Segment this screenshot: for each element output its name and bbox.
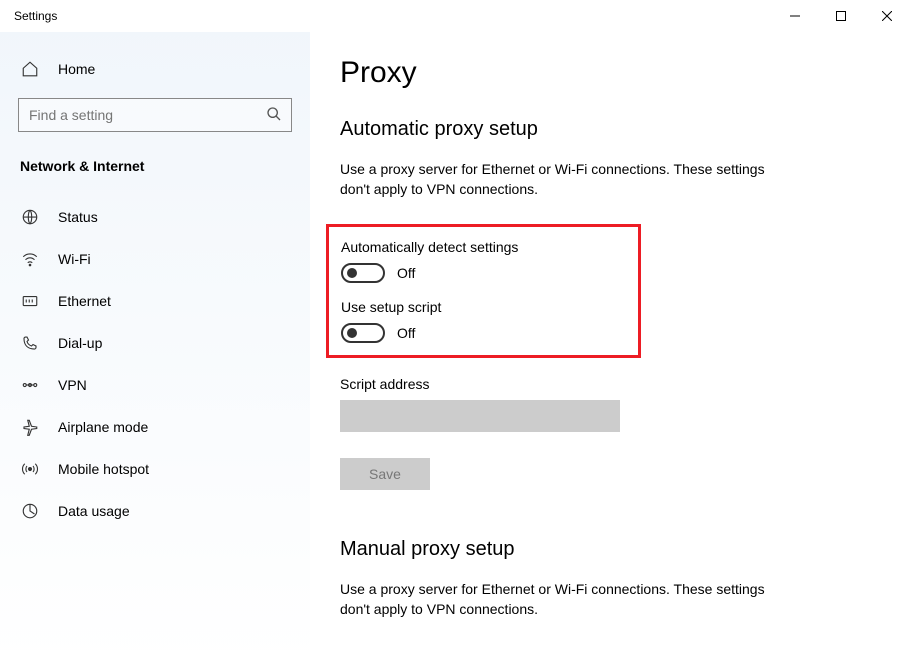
search-container [18,98,292,132]
close-button[interactable] [864,0,910,32]
sidebar-item-label: Wi-Fi [58,251,91,267]
maximize-button[interactable] [818,0,864,32]
sidebar-item-label: Status [58,209,98,225]
manual-section-heading: Manual proxy setup [340,538,870,561]
sidebar-item-airplane[interactable]: Airplane mode [0,406,310,448]
auto-section-heading: Automatic proxy setup [340,118,870,141]
status-icon [20,208,40,226]
sidebar-item-label: Data usage [58,503,130,519]
sidebar-item-label: VPN [58,377,87,393]
ethernet-icon [20,292,40,310]
auto-section-desc: Use a proxy server for Ethernet or Wi-Fi… [340,159,770,200]
airplane-icon [20,418,40,436]
detect-toggle-label: Automatically detect settings [341,239,518,255]
sidebar-item-hotspot[interactable]: Mobile hotspot [0,448,310,490]
detect-toggle-group: Automatically detect settings Off [341,239,518,283]
maximize-icon [836,11,846,21]
script-toggle-state: Off [397,325,415,341]
page-title: Proxy [340,56,870,90]
save-button-label: Save [369,466,401,482]
detect-toggle-state: Off [397,265,415,281]
home-icon [20,60,40,78]
sidebar-item-datausage[interactable]: Data usage [0,490,310,532]
script-toggle[interactable] [341,323,385,343]
detect-toggle[interactable] [341,263,385,283]
sidebar-item-label: Mobile hotspot [58,461,149,477]
window-title: Settings [14,9,57,23]
sidebar-item-label: Ethernet [58,293,111,309]
datausage-icon [20,502,40,520]
sidebar-item-vpn[interactable]: VPN [0,364,310,406]
sidebar: Home Network & Internet Status [0,32,310,663]
titlebar: Settings [0,0,910,32]
sidebar-item-label: Dial-up [58,335,102,351]
hotspot-icon [20,460,40,478]
script-address-label: Script address [340,376,870,392]
dialup-icon [20,334,40,352]
sidebar-item-dialup[interactable]: Dial-up [0,322,310,364]
sidebar-section-title: Network & Internet [0,150,310,186]
manual-section-desc: Use a proxy server for Ethernet or Wi-Fi… [340,579,770,620]
minimize-button[interactable] [772,0,818,32]
minimize-icon [790,11,800,21]
highlight-box: Automatically detect settings Off Use se… [326,224,641,358]
script-address-input [340,400,620,432]
sidebar-item-wifi[interactable]: Wi-Fi [0,238,310,280]
home-nav[interactable]: Home [0,48,310,90]
sidebar-item-status[interactable]: Status [0,196,310,238]
content-area: Proxy Automatic proxy setup Use a proxy … [310,32,910,663]
search-input[interactable] [18,98,292,132]
script-toggle-group: Use setup script Off [341,299,518,343]
sidebar-item-ethernet[interactable]: Ethernet [0,280,310,322]
sidebar-item-label: Airplane mode [58,419,148,435]
sidebar-nav: Status Wi-Fi Ethernet [0,196,310,532]
titlebar-controls [772,0,910,32]
vpn-icon [20,376,40,394]
wifi-icon [20,250,40,268]
home-label: Home [58,61,95,77]
script-toggle-label: Use setup script [341,299,518,315]
save-button: Save [340,458,430,490]
close-icon [882,11,892,21]
search-icon [266,106,282,127]
